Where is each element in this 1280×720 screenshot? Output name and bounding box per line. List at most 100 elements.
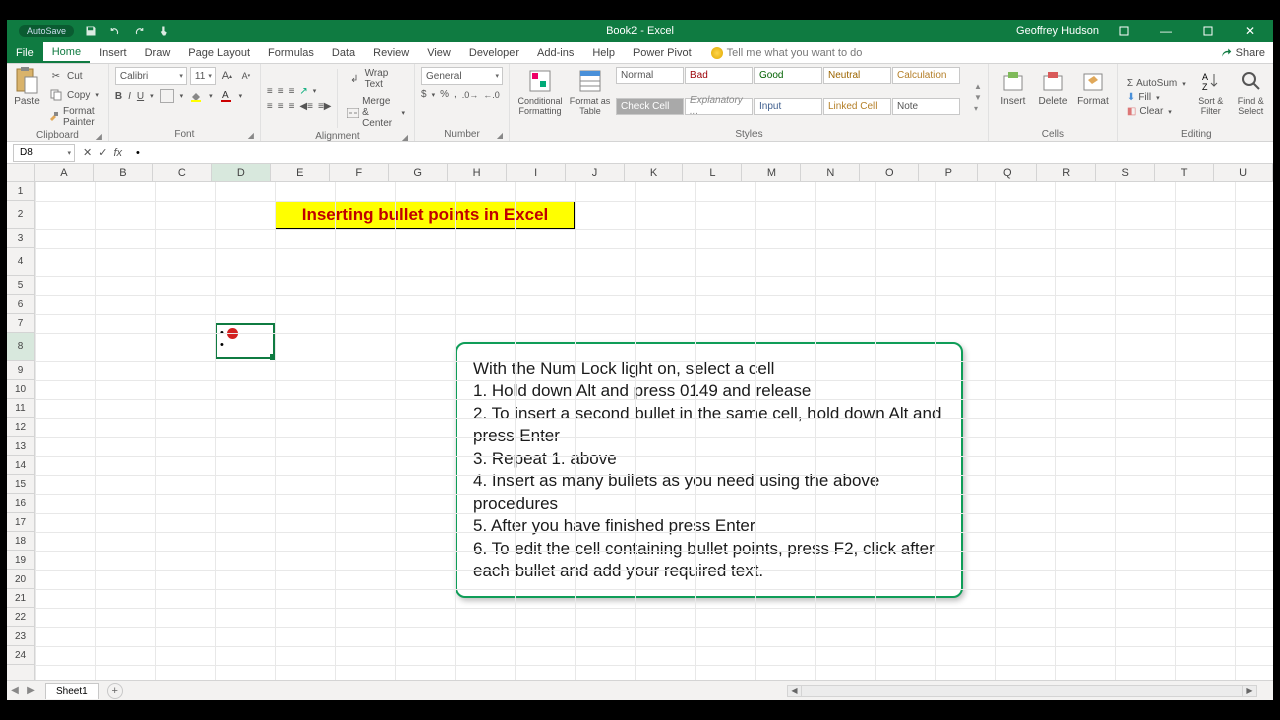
col-header-I[interactable]: I: [507, 164, 566, 181]
tab-developer[interactable]: Developer: [460, 42, 528, 63]
tab-formulas[interactable]: Formulas: [259, 42, 323, 63]
cut-button[interactable]: ✂Cut: [45, 67, 102, 85]
wrap-text-button[interactable]: ↲Wrap Text: [344, 67, 408, 91]
gallery-down-icon[interactable]: ▼: [974, 93, 982, 102]
row-header-2[interactable]: 2: [7, 201, 34, 229]
col-header-L[interactable]: L: [683, 164, 742, 181]
comma-icon[interactable]: ,: [454, 89, 457, 100]
style-note[interactable]: Note: [892, 98, 960, 115]
col-header-A[interactable]: A: [35, 164, 94, 181]
font-color-button[interactable]: A: [219, 89, 233, 103]
row-header-20[interactable]: 20: [7, 570, 34, 589]
fill-button[interactable]: ⬇Fill▾: [1124, 91, 1189, 104]
fx-icon[interactable]: fx: [113, 147, 122, 159]
col-header-M[interactable]: M: [742, 164, 801, 181]
indent-increase-icon[interactable]: ≡▶: [318, 101, 332, 112]
worksheet-grid[interactable]: ABCDEFGHIJKLMNOPQRSTU 123456789101112131…: [7, 164, 1273, 680]
col-header-H[interactable]: H: [448, 164, 507, 181]
share-button[interactable]: Share: [1212, 42, 1273, 63]
dialog-launcher-icon[interactable]: ◢: [497, 131, 503, 140]
clear-button[interactable]: ◧Clear▾: [1124, 105, 1189, 118]
italic-button[interactable]: I: [128, 91, 131, 102]
row-header-1[interactable]: 1: [7, 182, 34, 201]
row-header-11[interactable]: 11: [7, 399, 34, 418]
tab-insert[interactable]: Insert: [90, 42, 136, 63]
indent-decrease-icon[interactable]: ◀≡: [299, 101, 313, 112]
format-as-table-icon[interactable]: [576, 67, 604, 95]
font-size-select[interactable]: 11▾: [190, 67, 216, 85]
row-header-17[interactable]: 17: [7, 513, 34, 532]
row-header-8[interactable]: 8: [7, 333, 34, 361]
col-header-N[interactable]: N: [801, 164, 860, 181]
style-neutral[interactable]: Neutral: [823, 67, 891, 84]
col-header-R[interactable]: R: [1037, 164, 1096, 181]
row-header-3[interactable]: 3: [7, 229, 34, 248]
row-header-14[interactable]: 14: [7, 456, 34, 475]
gallery-up-icon[interactable]: ▲: [974, 82, 982, 91]
sheet-tab-sheet1[interactable]: Sheet1: [45, 683, 99, 699]
conditional-formatting-icon[interactable]: [526, 67, 554, 95]
decrease-decimal-icon[interactable]: ←.0: [483, 90, 500, 100]
row-header-9[interactable]: 9: [7, 361, 34, 380]
col-header-J[interactable]: J: [566, 164, 625, 181]
col-header-Q[interactable]: Q: [978, 164, 1037, 181]
style-bad[interactable]: Bad: [685, 67, 753, 84]
col-header-B[interactable]: B: [94, 164, 153, 181]
col-header-K[interactable]: K: [625, 164, 684, 181]
minimize-button[interactable]: —: [1149, 20, 1183, 42]
active-cell-d8[interactable]: • •: [215, 323, 275, 359]
find-select-icon[interactable]: [1237, 67, 1265, 95]
tab-home[interactable]: Home: [43, 42, 90, 63]
scroll-left-icon[interactable]: ◀: [788, 686, 802, 696]
align-middle-icon[interactable]: ≡: [278, 86, 284, 97]
tab-data[interactable]: Data: [323, 42, 364, 63]
cells-area[interactable]: Inserting bullet points in Excel • • Wit…: [35, 182, 1273, 680]
autosum-button[interactable]: ΣAutoSum▾: [1124, 77, 1189, 90]
col-header-G[interactable]: G: [389, 164, 448, 181]
row-header-10[interactable]: 10: [7, 380, 34, 399]
style-input[interactable]: Input: [754, 98, 822, 115]
name-box[interactable]: D8▾: [13, 144, 75, 162]
format-cells-icon[interactable]: [1079, 67, 1107, 95]
align-left-icon[interactable]: ≡: [267, 101, 273, 112]
border-button[interactable]: [160, 89, 174, 103]
fill-color-button[interactable]: [189, 89, 203, 103]
col-header-F[interactable]: F: [330, 164, 389, 181]
orientation-icon[interactable]: ↗: [299, 86, 307, 97]
sheet-nav-next-icon[interactable]: ▶: [23, 685, 39, 696]
dialog-launcher-icon[interactable]: ◢: [96, 132, 102, 141]
horizontal-scrollbar[interactable]: ◀ ▶: [787, 685, 1257, 697]
row-header-12[interactable]: 12: [7, 418, 34, 437]
row-header-21[interactable]: 21: [7, 589, 34, 608]
row-header-6[interactable]: 6: [7, 295, 34, 314]
autosave-toggle[interactable]: AutoSave: [19, 25, 74, 37]
dialog-launcher-icon[interactable]: ◢: [402, 133, 408, 142]
touch-icon[interactable]: [156, 24, 170, 38]
col-header-S[interactable]: S: [1096, 164, 1155, 181]
underline-button[interactable]: U: [137, 91, 144, 102]
tell-me-search[interactable]: Tell me what you want to do: [711, 42, 863, 63]
style-check-cell[interactable]: Check Cell: [616, 98, 684, 115]
paste-icon[interactable]: [13, 67, 41, 95]
shrink-font-icon[interactable]: A▾: [238, 68, 254, 84]
style-normal[interactable]: Normal: [616, 67, 684, 84]
title-cell[interactable]: Inserting bullet points in Excel: [275, 201, 575, 229]
row-header-23[interactable]: 23: [7, 627, 34, 646]
enter-edit-icon[interactable]: ✓: [98, 146, 107, 159]
align-right-icon[interactable]: ≡: [289, 101, 295, 112]
new-sheet-button[interactable]: +: [107, 683, 123, 699]
increase-decimal-icon[interactable]: .0→: [462, 90, 479, 100]
row-header-15[interactable]: 15: [7, 475, 34, 494]
cancel-edit-icon[interactable]: ✕: [83, 146, 92, 159]
percent-icon[interactable]: %: [440, 89, 449, 100]
row-header-24[interactable]: 24: [7, 646, 34, 665]
tab-powerpivot[interactable]: Power Pivot: [624, 42, 701, 63]
merge-center-button[interactable]: Merge & Center▾: [344, 95, 408, 130]
number-format-select[interactable]: General▾: [421, 67, 503, 85]
row-header-16[interactable]: 16: [7, 494, 34, 513]
row-header-22[interactable]: 22: [7, 608, 34, 627]
align-bottom-icon[interactable]: ≡: [289, 86, 295, 97]
col-header-C[interactable]: C: [153, 164, 212, 181]
dialog-launcher-icon[interactable]: ◢: [248, 131, 254, 140]
gallery-more-icon[interactable]: ▾: [974, 104, 982, 113]
